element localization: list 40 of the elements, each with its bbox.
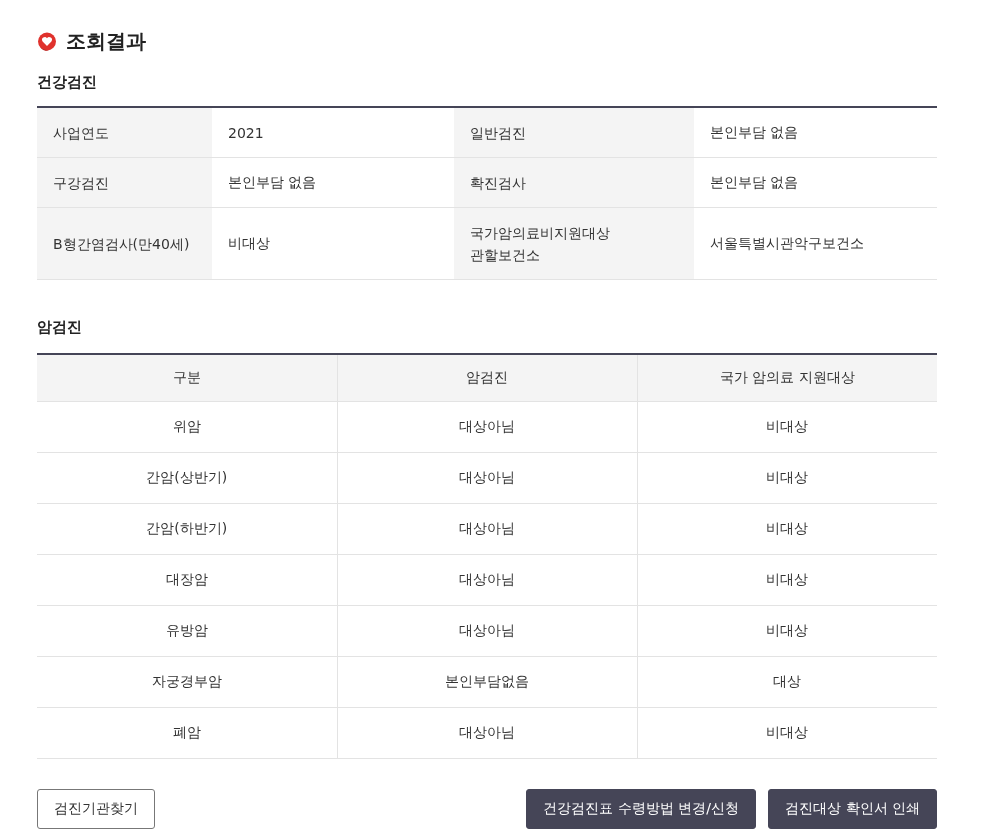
heart-pin-icon xyxy=(37,31,57,52)
field-label: 확진검사 xyxy=(454,157,694,208)
section-title: 암검진 xyxy=(37,318,83,337)
column-header: 국가 암의료 지원대상 xyxy=(637,354,937,402)
table-cell: 본인부담없음 xyxy=(337,656,637,708)
column-header: 암검진 xyxy=(337,354,637,402)
field-label: 일반검진 xyxy=(454,107,694,158)
table-cell: 대상아님 xyxy=(337,452,637,504)
field-value: 본인부담 없음 xyxy=(694,107,937,158)
table-cell: 대상아님 xyxy=(337,707,637,759)
table-cell: 비대상 xyxy=(637,401,937,453)
table-cell: 유방암 xyxy=(37,605,337,657)
table-cell: 비대상 xyxy=(637,503,937,555)
field-value: 서울특별시관악구보건소 xyxy=(694,207,937,280)
action-button[interactable]: 검진대상 확인서 인쇄 xyxy=(768,789,937,829)
field-label: 국가암의료비지원대상 관할보건소 xyxy=(454,207,694,280)
field-label: 사업연도 xyxy=(37,107,212,158)
table-cell: 비대상 xyxy=(637,554,937,606)
table-cell: 폐암 xyxy=(37,707,337,759)
table-cell: 대상 xyxy=(637,656,937,708)
field-label: 구강검진 xyxy=(37,157,212,208)
table-cell: 간암(상반기) xyxy=(37,452,337,504)
search-button[interactable]: 검진기관찾기 xyxy=(37,789,155,829)
table-cell: 위암 xyxy=(37,401,337,453)
table-cell: 대상아님 xyxy=(337,554,637,606)
page-title: 조회결과 xyxy=(66,28,146,55)
table-cell: 비대상 xyxy=(637,605,937,657)
table-cell: 비대상 xyxy=(637,452,937,504)
table-cell: 대상아님 xyxy=(337,605,637,657)
action-button[interactable]: 건강검진표 수령방법 변경/신청 xyxy=(526,789,757,829)
table-cell: 비대상 xyxy=(637,707,937,759)
table-cell: 대상아님 xyxy=(337,503,637,555)
column-header: 구분 xyxy=(37,354,337,402)
table-cell: 대장암 xyxy=(37,554,337,606)
table-cell: 간암(하반기) xyxy=(37,503,337,555)
field-label: B형간염검사(만40세) xyxy=(37,207,212,280)
table-cell: 자궁경부암 xyxy=(37,656,337,708)
table-cell: 대상아님 xyxy=(337,401,637,453)
field-value: 본인부담 없음 xyxy=(694,157,937,208)
section-title: 건강검진 xyxy=(37,73,98,92)
